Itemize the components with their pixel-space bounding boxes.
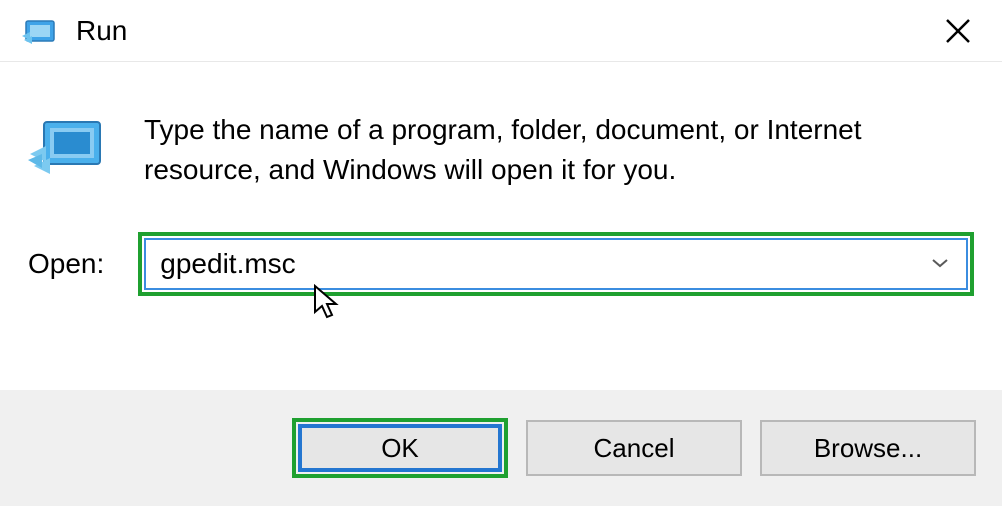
description-row: Type the name of a program, folder, docu…	[28, 110, 974, 190]
content-area: Type the name of a program, folder, docu…	[0, 62, 1002, 314]
open-row: Open:	[28, 232, 974, 296]
open-combobox[interactable]	[144, 238, 968, 290]
button-bar: OK Cancel Browse...	[0, 390, 1002, 506]
ok-button[interactable]: OK	[298, 424, 502, 472]
close-button[interactable]	[938, 11, 978, 51]
open-input[interactable]	[160, 248, 924, 280]
description-text: Type the name of a program, folder, docu…	[144, 110, 974, 190]
run-icon-large	[28, 114, 108, 184]
titlebar-left: Run	[22, 15, 127, 47]
ok-highlight: OK	[292, 418, 508, 478]
browse-button[interactable]: Browse...	[760, 420, 976, 476]
input-highlight	[138, 232, 974, 296]
run-icon-small	[22, 16, 58, 46]
open-label: Open:	[28, 248, 104, 280]
window-title: Run	[76, 15, 127, 47]
cancel-button[interactable]: Cancel	[526, 420, 742, 476]
chevron-down-icon[interactable]	[924, 252, 956, 275]
titlebar: Run	[0, 0, 1002, 62]
